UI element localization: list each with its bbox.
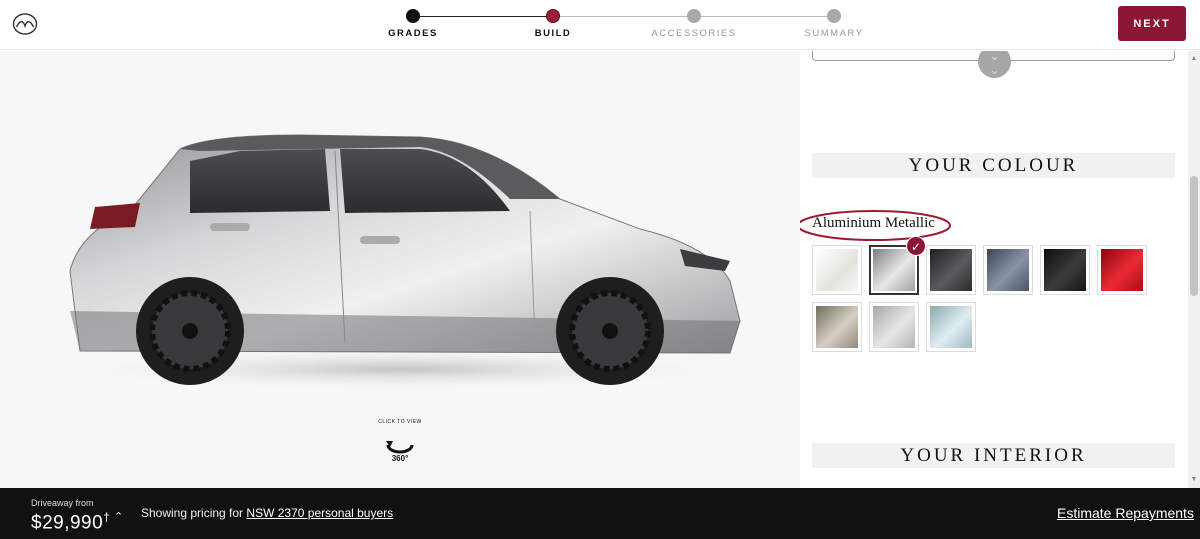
colour-swatch[interactable]	[812, 302, 862, 352]
price-footnote-mark: †	[103, 510, 111, 524]
pricing-location-text: Showing pricing for	[141, 506, 244, 520]
colour-swatch[interactable]	[983, 245, 1033, 295]
interior-heading: YOUR INTERIOR	[812, 443, 1175, 468]
step-dot	[687, 9, 701, 23]
price-value[interactable]: $29,990†	[31, 510, 110, 534]
progress-steps: GRADES BUILD ACCESSORIES SUMMARY	[380, 8, 880, 44]
swatch-fill	[930, 249, 972, 291]
price-label: Driveaway from	[31, 498, 94, 508]
step-summary[interactable]: SUMMARY	[774, 8, 894, 39]
car-image	[50, 134, 750, 391]
pricing-location: Showing pricing for NSW 2370 personal bu…	[141, 506, 393, 520]
step-dot	[406, 9, 420, 23]
check-icon: ✓	[906, 236, 926, 256]
header: GRADES BUILD ACCESSORIES SUMMARY NEXT	[0, 0, 1200, 50]
swatch-fill	[930, 306, 972, 348]
next-button[interactable]: NEXT	[1118, 6, 1186, 41]
price-footer: Driveaway from $29,990† ⌃ Showing pricin…	[0, 488, 1200, 539]
step-dot	[827, 9, 841, 23]
scroll-up-icon[interactable]: ▲	[1190, 55, 1198, 63]
car-viewer[interactable]: CLICK TO VIEW 360°	[0, 51, 800, 488]
view-360-button[interactable]: CLICK TO VIEW 360°	[378, 419, 422, 467]
mazda-logo-icon[interactable]	[12, 12, 38, 36]
scrollbar-thumb[interactable]	[1190, 176, 1198, 296]
view-360-label: 360°	[391, 454, 409, 463]
step-label: SUMMARY	[804, 28, 864, 39]
swatch-fill	[987, 249, 1029, 291]
pricing-location-link[interactable]: NSW 2370 personal buyers	[246, 506, 393, 520]
step-label: BUILD	[534, 28, 572, 39]
step-accessories[interactable]: ACCESSORIES	[634, 8, 754, 39]
chevron-up-icon[interactable]: ⌃	[114, 510, 123, 523]
options-panel: ⌄ ⌄ YOUR COLOUR Aluminium Metallic ✓ YOUR…	[800, 51, 1188, 488]
colour-swatch[interactable]	[812, 245, 862, 295]
colour-swatch[interactable]	[926, 302, 976, 352]
colour-heading: YOUR COLOUR	[812, 153, 1175, 178]
price-amount: $29,990	[31, 512, 104, 534]
swatch-fill	[816, 306, 858, 348]
step-grades[interactable]: GRADES	[353, 8, 473, 39]
swatch-fill	[873, 249, 915, 291]
swatch-fill	[1044, 249, 1086, 291]
panel-scrollbar[interactable]: ▲ ▼	[1188, 51, 1200, 488]
step-build[interactable]: BUILD	[493, 8, 613, 39]
swatch-fill	[1101, 249, 1143, 291]
selected-colour-name: Aluminium Metallic	[812, 215, 935, 231]
step-label: ACCESSORIES	[651, 28, 737, 39]
step-label: GRADES	[388, 28, 438, 39]
chevron-down-icon[interactable]: ⌄ ⌄	[978, 51, 1011, 78]
estimate-repayments-link[interactable]: Estimate Repayments	[1057, 505, 1194, 521]
colour-swatch[interactable]	[869, 302, 919, 352]
colour-swatch[interactable]	[926, 245, 976, 295]
swatch-fill	[816, 249, 858, 291]
step-dot	[546, 9, 560, 23]
colour-swatch[interactable]	[1040, 245, 1090, 295]
colour-swatch[interactable]	[1097, 245, 1147, 295]
view-360-caption: CLICK TO VIEW	[378, 419, 422, 425]
swatch-fill	[873, 306, 915, 348]
scroll-down-icon[interactable]: ▼	[1190, 476, 1198, 484]
